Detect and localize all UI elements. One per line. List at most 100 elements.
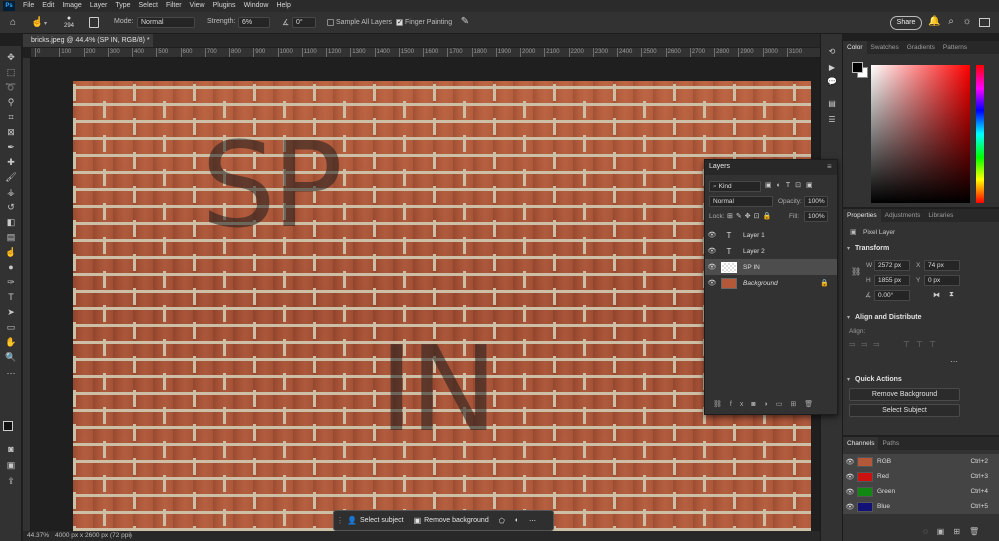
select-subject-button[interactable]: Select Subject [849,404,960,417]
remove-background-button[interactable]: ▣ Remove background [409,513,494,529]
bell-icon[interactable]: 🔔 [928,16,940,28]
chevron-down-icon[interactable]: ▾ [847,376,850,383]
more-align-icon[interactable]: ⋯ [950,357,958,366]
tab-swatches[interactable]: Swatches [867,41,903,54]
history-icon[interactable]: ⟲ [826,46,838,58]
saturation-value-field[interactable] [871,65,970,203]
gradient-tool-icon[interactable]: ▤ [4,230,18,244]
visibility-eye-icon[interactable]: 👁 [843,488,857,496]
eyedropper-tool-icon[interactable]: ✒ [4,140,18,154]
eraser-tool-icon[interactable]: ◧ [4,215,18,229]
layer-name[interactable]: Layer 1 [743,232,765,239]
pressure-icon[interactable]: ✎ [458,16,472,28]
visibility-eye-icon[interactable]: 👁 [705,231,719,239]
finger-painting-checkbox[interactable] [396,18,403,26]
hand-tool-icon[interactable]: ✋ [4,335,18,349]
visibility-eye-icon[interactable]: 👁 [843,473,857,481]
layer-row[interactable]: 👁 T Layer 2 [705,243,837,259]
lasso-tool-icon[interactable]: ➰ [4,80,18,94]
brush-settings-icon[interactable] [89,17,99,28]
tab-patterns[interactable]: Patterns [939,41,971,54]
brush-preset-picker[interactable]: ● 294 [60,14,78,32]
chevron-down-icon[interactable]: ▾ [847,245,850,252]
align-top-icon[interactable]: ⊤⊤⊤ [903,340,942,349]
channel-row[interactable]: 👁 Green Ctrl+4 [843,484,999,499]
more-options-icon[interactable]: ⋯ [524,513,541,529]
more-tools-icon[interactable]: ⋯ [4,366,18,380]
menu-help[interactable]: Help [272,0,294,12]
move-tool-icon[interactable]: ✥ [4,50,18,64]
channel-footer-icons[interactable]: ◌▣⊞🗑 [923,527,988,536]
layer-row[interactable]: 👁 SP IN [705,259,837,275]
height-field[interactable]: 1855 px [874,275,910,286]
channel-row[interactable]: 👁 Red Ctrl+3 [843,469,999,484]
adjustment-icon[interactable]: ◐ [510,513,524,529]
rectangle-tool-icon[interactable]: ▭ [4,320,18,334]
flip-vertical-icon[interactable]: ⧗ [949,291,954,299]
sample-all-layers-checkbox[interactable] [327,19,334,26]
transform-icon[interactable]: ⬠ [494,513,510,529]
screen-mode-icon[interactable]: ▣ [4,458,18,472]
mode-select[interactable]: Normal [137,17,195,28]
panel-menu-icon[interactable]: ≡ [827,162,832,171]
menu-view[interactable]: View [186,0,209,12]
tab-channels[interactable]: Channels [843,437,879,450]
foreground-color-swatch[interactable] [3,421,13,431]
channel-row[interactable]: 👁 RGB Ctrl+2 [843,454,999,469]
lock-icons[interactable]: ⊞✎✥⊡🔒 [727,212,774,220]
menu-edit[interactable]: Edit [38,0,58,12]
hue-slider[interactable] [976,65,984,203]
canvas-area[interactable]: SP IN [31,59,820,531]
visibility-eye-icon[interactable]: 👁 [843,503,857,511]
align-left-icon[interactable]: ⫤⫤⫤ [849,340,885,350]
blend-mode-select[interactable]: Normal [709,196,773,207]
home-icon[interactable]: ⌂ [6,17,20,29]
menu-select[interactable]: Select [135,0,162,12]
tab-adjustments[interactable]: Adjustments [881,209,925,222]
rotation-field[interactable]: 0.00° [874,290,910,301]
tab-libraries[interactable]: Libraries [924,209,957,222]
flip-horizontal-icon[interactable]: ⧓ [933,291,940,299]
tab-gradients[interactable]: Gradients [903,41,939,54]
stamp-tool-icon[interactable]: ⚶ [4,185,18,199]
visibility-eye-icon[interactable]: 👁 [843,458,857,466]
frame-tool-icon[interactable]: ⊠ [4,125,18,139]
quick-mask-icon[interactable]: ◙ [4,442,18,456]
search-icon[interactable]: ⌕ [945,16,957,28]
layer-row[interactable]: 👁 T Layer 1 [705,227,837,243]
crop-tool-icon[interactable]: ⌗ [4,110,18,124]
channel-row[interactable]: 👁 Blue Ctrl+5 [843,499,999,514]
select-subject-button[interactable]: 👤 Select subject [342,513,409,529]
workspace-icon[interactable] [979,18,990,27]
y-field[interactable]: 0 px [924,275,960,286]
pen-tool-icon[interactable]: ✑ [4,275,18,289]
layers-footer-icons[interactable]: ⛓fx◙◑▭⊞🗑 [713,400,821,408]
marquee-tool-icon[interactable]: ⬚ [4,65,18,79]
type-tool-icon[interactable]: T [4,290,18,304]
width-field[interactable]: 2572 px [874,260,910,271]
visibility-eye-icon[interactable]: 👁 [705,263,719,271]
brush-tool-icon[interactable]: 🖌 [4,170,18,184]
remove-background-button[interactable]: Remove Background [849,388,960,401]
actions-icon[interactable]: ▶ [826,62,838,74]
dodge-tool-icon[interactable]: ● [4,260,18,274]
visibility-eye-icon[interactable]: 👁 [705,279,719,287]
brick-wall-image[interactable]: SP IN [73,81,811,531]
x-field[interactable]: 74 px [924,260,960,271]
menu-plugins[interactable]: Plugins [209,0,240,12]
menu-image[interactable]: Image [58,0,85,12]
layer-name[interactable]: Layer 2 [743,248,765,255]
layer-filter-icons[interactable]: ▣◐T⊡▣ [765,181,818,189]
discover-icon[interactable]: ☼ [961,16,973,28]
menu-filter[interactable]: Filter [162,0,186,12]
menu-file[interactable]: File [19,0,38,12]
properties-icon[interactable]: ▤ [826,98,838,110]
menu-window[interactable]: Window [240,0,273,12]
angle-field[interactable]: 0° [292,17,316,28]
path-selection-tool-icon[interactable]: ➤ [4,305,18,319]
tab-properties[interactable]: Properties [843,209,881,222]
object-selection-tool-icon[interactable]: ⚲ [4,95,18,109]
history-brush-tool-icon[interactable]: ↺ [4,200,18,214]
libraries-icon[interactable]: ☰ [826,114,838,126]
zoom-tool-icon[interactable]: 🔍 [4,350,18,364]
